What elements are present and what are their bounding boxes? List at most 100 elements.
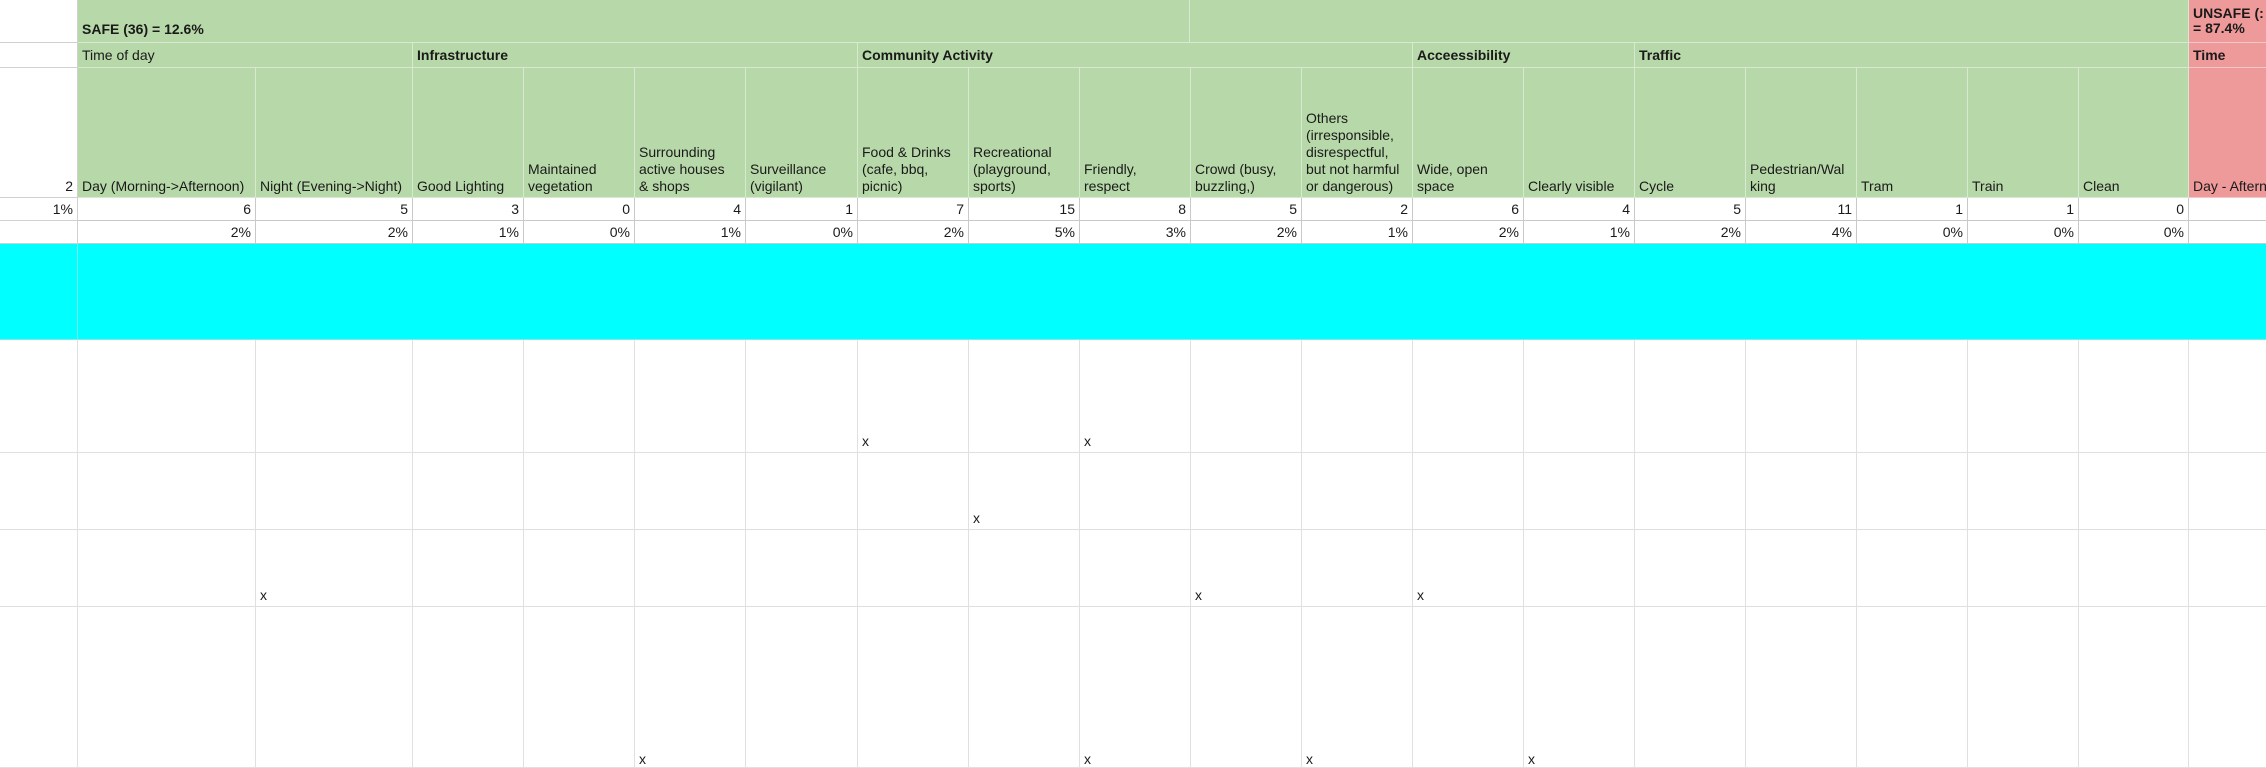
x-mark[interactable]: x bbox=[1524, 751, 1554, 768]
percent-cell[interactable]: 1% bbox=[635, 221, 746, 244]
count-cell[interactable]: 5 bbox=[1635, 198, 1746, 221]
col-header-night[interactable]: Night (Evening->Night) bbox=[256, 68, 413, 198]
percent-cell[interactable]: 1% bbox=[1302, 221, 1413, 244]
count-cell[interactable]: 8 bbox=[1080, 198, 1191, 221]
count-cell[interactable]: 6 bbox=[1413, 198, 1524, 221]
count-cell[interactable]: 4 bbox=[1524, 198, 1635, 221]
percent-cell[interactable] bbox=[2189, 221, 2266, 244]
percent-value: 0% bbox=[2053, 224, 2074, 240]
count-cell[interactable]: 3 bbox=[413, 198, 524, 221]
cell-a9[interactable] bbox=[0, 530, 78, 607]
count-cell[interactable]: 0 bbox=[524, 198, 635, 221]
group-community-activity[interactable]: Community Activity bbox=[858, 43, 1413, 68]
unsafe-header[interactable]: UNSAFE (: = 87.4% bbox=[2189, 0, 2266, 43]
col-header-day[interactable]: Day (Morning->Afternoon) bbox=[78, 68, 256, 198]
percent-cell[interactable]: 2% bbox=[1191, 221, 1302, 244]
percent-cell[interactable]: 1% bbox=[413, 221, 524, 244]
col-header-clearly-visible[interactable]: Clearly visible bbox=[1524, 68, 1635, 198]
col-header-wide-open-space[interactable]: Wide, open space bbox=[1413, 68, 1524, 198]
col-header-day-afternoon[interactable]: Day - Aftern bbox=[2189, 68, 2266, 198]
percent-cell[interactable]: 0% bbox=[1857, 221, 1968, 244]
cell-a4[interactable]: 1% bbox=[0, 198, 78, 221]
x-mark[interactable]: x bbox=[1302, 751, 1332, 768]
body-row-9[interactable] bbox=[78, 530, 2266, 607]
x-mark[interactable]: x bbox=[969, 510, 999, 530]
cell-a2[interactable] bbox=[0, 43, 78, 68]
unsafe-title: UNSAFE (: = 87.4% bbox=[2193, 5, 2264, 36]
row-number-2[interactable]: 2 bbox=[0, 68, 78, 198]
cell-a10[interactable] bbox=[0, 607, 78, 768]
x-mark[interactable]: x bbox=[635, 751, 665, 768]
percent-cell[interactable]: 0% bbox=[2079, 221, 2189, 244]
col-header-maintained-vegetation[interactable]: Maintained vegetation bbox=[524, 68, 635, 198]
x-mark[interactable]: x bbox=[1191, 587, 1221, 607]
col-header-friendly[interactable]: Friendly, respect bbox=[1080, 68, 1191, 198]
group-accessibility[interactable]: Acceessibility bbox=[1413, 43, 1635, 68]
x-mark[interactable]: x bbox=[256, 587, 286, 607]
col-header-train[interactable]: Train bbox=[1968, 68, 2079, 198]
x-mark[interactable]: x bbox=[1080, 433, 1110, 453]
percent-cell[interactable]: 5% bbox=[969, 221, 1080, 244]
x-mark[interactable]: x bbox=[1080, 751, 1110, 768]
col-header-surveillance[interactable]: Surveillance (vigilant) bbox=[746, 68, 858, 198]
percent-cell[interactable]: 2% bbox=[78, 221, 256, 244]
count-cell[interactable]: 15 bbox=[969, 198, 1080, 221]
percent-value: 4% bbox=[1831, 224, 1852, 240]
percent-cell[interactable]: 4% bbox=[1746, 221, 1857, 244]
percent-cell[interactable]: 3% bbox=[1080, 221, 1191, 244]
group-time[interactable]: Time bbox=[2189, 43, 2266, 68]
cell-a1[interactable] bbox=[0, 0, 78, 43]
percent-cell[interactable]: 2% bbox=[256, 221, 413, 244]
cell-a6[interactable] bbox=[0, 244, 78, 340]
body-row-7[interactable] bbox=[78, 340, 2266, 453]
group-time-of-day[interactable]: Time of day bbox=[78, 43, 413, 68]
group-traffic[interactable]: Traffic bbox=[1635, 43, 2189, 68]
cell-a5[interactable] bbox=[0, 221, 78, 244]
count-cell[interactable]: 1 bbox=[1968, 198, 2079, 221]
body-row-8[interactable] bbox=[78, 453, 2266, 530]
cell-a7[interactable] bbox=[0, 340, 78, 453]
col-header-label: Tram bbox=[1861, 178, 1894, 194]
col-header-surrounding-houses[interactable]: Surrounding active houses & shops bbox=[635, 68, 746, 198]
count-cell[interactable] bbox=[2189, 198, 2266, 221]
percent-cell[interactable]: 2% bbox=[858, 221, 969, 244]
x-mark[interactable]: x bbox=[858, 433, 888, 453]
group-infrastructure[interactable]: Infrastructure bbox=[413, 43, 858, 68]
percent-cell[interactable]: 1% bbox=[1524, 221, 1635, 244]
col-header-pedestrian[interactable]: Pedestrian/Wal king bbox=[1746, 68, 1857, 198]
count-cell[interactable]: 1 bbox=[746, 198, 858, 221]
count-cell[interactable]: 5 bbox=[1191, 198, 1302, 221]
col-header-label: Clean bbox=[2083, 178, 2120, 194]
count-cell[interactable]: 6 bbox=[78, 198, 256, 221]
count-cell[interactable]: 11 bbox=[1746, 198, 1857, 221]
col-header-cycle[interactable]: Cycle bbox=[1635, 68, 1746, 198]
percent-cell[interactable]: 0% bbox=[746, 221, 858, 244]
x-mark[interactable]: x bbox=[1413, 587, 1443, 607]
percent-value: 0% bbox=[609, 224, 630, 240]
count-cell[interactable]: 1 bbox=[1857, 198, 1968, 221]
col-header-good-lighting[interactable]: Good Lighting bbox=[413, 68, 524, 198]
body-row-10[interactable] bbox=[78, 607, 2266, 768]
safe-header[interactable]: SAFE (36) = 12.6% bbox=[78, 0, 1190, 43]
col-header-label: Cycle bbox=[1639, 178, 1675, 194]
percent-cell[interactable]: 0% bbox=[524, 221, 635, 244]
col-header-crowd[interactable]: Crowd (busy, buzzling,) bbox=[1191, 68, 1302, 198]
cell-row1-blank[interactable] bbox=[1190, 0, 2189, 43]
col-header-food-drinks[interactable]: Food & Drinks (cafe, bbq, picnic) bbox=[858, 68, 969, 198]
col-header-label: Surveillance (vigilant) bbox=[750, 161, 827, 194]
percent-cell[interactable]: 0% bbox=[1968, 221, 2079, 244]
percent-cell[interactable]: 2% bbox=[1413, 221, 1524, 244]
percent-cell[interactable]: 2% bbox=[1635, 221, 1746, 244]
col-header-others[interactable]: Others (irresponsible, disrespectful, bu… bbox=[1302, 68, 1413, 198]
col-header-clean[interactable]: Clean bbox=[2079, 68, 2189, 198]
col-header-tram[interactable]: Tram bbox=[1857, 68, 1968, 198]
count-cell[interactable]: 2 bbox=[1302, 198, 1413, 221]
percent-value: 0% bbox=[2163, 224, 2184, 240]
count-cell[interactable]: 4 bbox=[635, 198, 746, 221]
col-header-recreational[interactable]: Recreational (playground, sports) bbox=[969, 68, 1080, 198]
count-cell[interactable]: 0 bbox=[2079, 198, 2189, 221]
count-cell[interactable]: 5 bbox=[256, 198, 413, 221]
cell-a8[interactable] bbox=[0, 453, 78, 530]
count-cell[interactable]: 7 bbox=[858, 198, 969, 221]
highlighted-row[interactable] bbox=[78, 244, 2266, 340]
